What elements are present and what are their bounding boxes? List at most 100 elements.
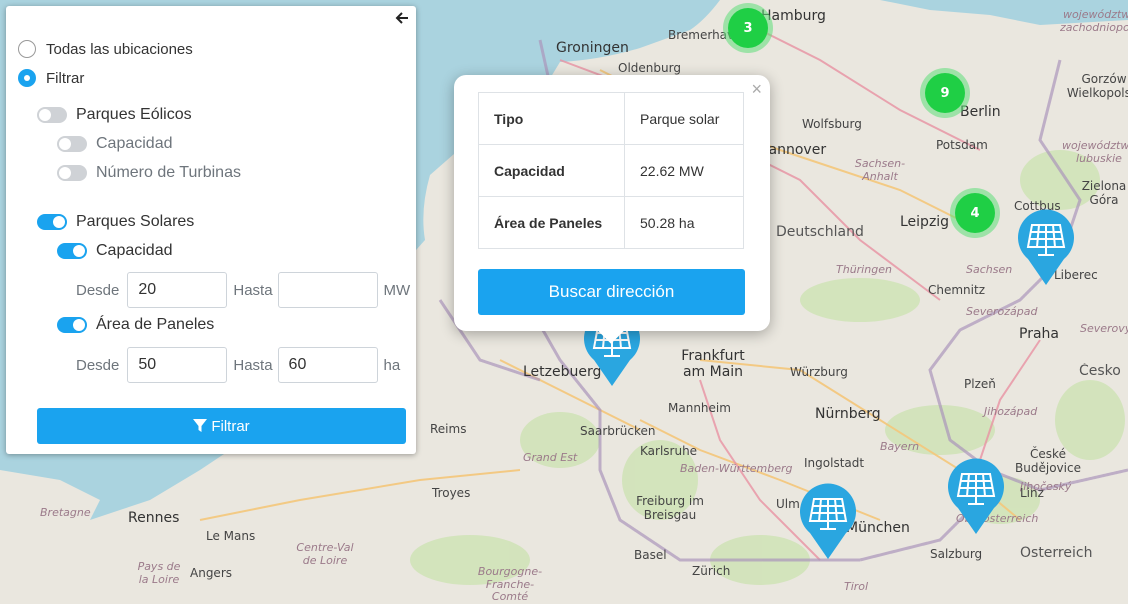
capacity-unit: MW	[383, 281, 411, 299]
area-range: Desde Hasta ha	[76, 347, 400, 383]
wind-parks-toggle[interactable]	[37, 107, 67, 123]
row-value: 22.62 MW	[624, 144, 744, 197]
solar-marker-icon[interactable]	[798, 483, 858, 561]
map-label: Zürich	[692, 564, 731, 578]
map-label: Sachsen-Anhalt	[854, 157, 906, 183]
map-label: województwo lubuskie	[1062, 139, 1128, 165]
popup-info-table: Tipo Parque solar Capacidad 22.62 MW Área …	[478, 92, 744, 249]
wind-capacity-toggle-row[interactable]: Capacidad	[57, 135, 173, 153]
solar-parks-toggle-row[interactable]: Parques Solares	[37, 213, 194, 231]
solar-marker-icon[interactable]	[1016, 209, 1076, 287]
map-label: Severovýchod	[1080, 322, 1128, 335]
cluster-marker[interactable]: 4	[950, 188, 1000, 238]
area-from-input[interactable]	[127, 347, 228, 383]
area-to-label: Hasta	[233, 356, 273, 374]
area-to-input[interactable]	[277, 347, 378, 383]
filter-panel: Todas las ubicaciones Filtrar Parques Eó…	[6, 6, 416, 454]
map-label: Grand Est	[523, 451, 578, 464]
wind-parks-toggle-row[interactable]: Parques Eólicos	[37, 106, 192, 124]
map-label: Bayern	[880, 440, 920, 453]
filter-radio[interactable]	[18, 69, 36, 87]
map-label: Pays de la Loire	[137, 560, 181, 586]
map-label: Thüringen	[836, 263, 892, 276]
close-icon[interactable]: ×	[751, 79, 762, 100]
all-locations-label: Todas las ubicaciones	[46, 40, 193, 58]
capacity-to-label: Hasta	[233, 281, 273, 299]
map-label: Reims	[430, 422, 467, 436]
arrow-left-icon[interactable]	[394, 10, 410, 31]
map-label: Basel	[634, 548, 667, 562]
map-label: Bretagne	[40, 506, 91, 519]
solar-capacity-toggle[interactable]	[57, 243, 87, 259]
map-label: Rennes	[128, 510, 180, 526]
filter-button-label: Filtrar	[211, 417, 250, 435]
map-label: Ulm	[776, 497, 800, 511]
map-label: Saarbrücken	[580, 424, 656, 438]
cluster-count: 3	[728, 8, 768, 48]
wind-turbines-label: Número de Turbinas	[96, 164, 241, 181]
map-label: Freiburg im Breisgau	[636, 494, 704, 522]
row-value: 50.28 ha	[624, 196, 744, 249]
map-label: České Budějovice	[1015, 447, 1081, 475]
marker-popup: × Tipo Parque solar Capacidad 22.62 MW Áre…	[454, 75, 770, 344]
capacity-range: Desde Hasta MW	[76, 272, 410, 308]
filter-icon	[193, 419, 208, 432]
area-unit: ha	[383, 356, 401, 374]
row-key: Área de Paneles	[478, 196, 625, 249]
map-label: Karlsruhe	[640, 444, 698, 458]
solar-area-label: Área de Paneles	[96, 316, 215, 333]
map-label: Potsdam	[936, 138, 988, 152]
capacity-from-label: Desde	[76, 281, 120, 299]
capacity-to-input[interactable]	[277, 272, 378, 308]
map-label: Bourgogne-Franche-Comté	[477, 565, 543, 604]
wind-capacity-label: Capacidad	[96, 135, 173, 152]
table-row: Tipo Parque solar	[478, 92, 744, 145]
cluster-count: 9	[925, 73, 965, 113]
table-row: Área de Paneles 50.28 ha	[478, 196, 744, 249]
map-label: Le Mans	[206, 529, 256, 543]
row-value: Parque solar	[624, 92, 744, 145]
cluster-marker[interactable]: 9	[920, 68, 970, 118]
solar-capacity-toggle-row[interactable]: Capacidad	[57, 242, 173, 260]
solar-area-toggle[interactable]	[57, 317, 87, 333]
solar-parks-toggle[interactable]	[37, 214, 67, 230]
map-label: Deutschland	[776, 224, 864, 240]
wind-capacity-toggle[interactable]	[57, 136, 87, 152]
filter-option-label: Filtrar	[46, 69, 85, 87]
map-label: Zielona Góra	[1081, 179, 1127, 207]
map-label: Gorzów Wielkopolski	[1066, 72, 1128, 100]
map-label: Jihozápad	[984, 405, 1038, 418]
map-label: Praha	[1019, 326, 1059, 342]
cluster-count: 4	[955, 193, 995, 233]
cluster-marker[interactable]: 3	[723, 3, 773, 53]
search-address-button[interactable]: Buscar dirección	[478, 269, 745, 315]
map-label: Mannheim	[668, 401, 731, 415]
all-locations-radio[interactable]	[18, 40, 36, 58]
map-label: Plzeň	[964, 377, 996, 391]
map-label: Oldenburg	[618, 61, 681, 75]
area-from-label: Desde	[76, 356, 120, 374]
map-label: Würzburg	[790, 365, 848, 379]
map-label: Wolfsburg	[802, 117, 862, 131]
map-label: Tirol	[844, 580, 869, 593]
wind-turbines-toggle-row[interactable]: Número de Turbinas	[57, 164, 241, 182]
solar-area-toggle-row[interactable]: Área de Paneles	[57, 316, 214, 334]
map-label: Chemnitz	[928, 283, 985, 297]
map-label: Sachsen	[966, 263, 1013, 276]
solar-marker-icon[interactable]	[946, 458, 1006, 536]
map-label: województwo zachodniopomorskie	[1060, 8, 1128, 34]
map-label: Centre-Val de Loire	[296, 541, 354, 567]
row-key: Tipo	[478, 92, 625, 145]
map-label: Angers	[190, 566, 232, 580]
filter-button[interactable]: Filtrar	[37, 408, 406, 444]
table-row: Capacidad 22.62 MW	[478, 144, 744, 197]
capacity-from-input[interactable]	[127, 272, 228, 308]
map-label: Salzburg	[930, 547, 983, 561]
map-label: Österreich	[1020, 545, 1093, 561]
wind-turbines-toggle[interactable]	[57, 165, 87, 181]
map-label: Frankfurt am Main	[681, 348, 745, 381]
all-locations-option[interactable]: Todas las ubicaciones	[18, 40, 193, 58]
filter-option[interactable]: Filtrar	[18, 69, 84, 87]
map-label: Ingolstadt	[804, 456, 865, 470]
wind-parks-label: Parques Eólicos	[76, 106, 192, 123]
